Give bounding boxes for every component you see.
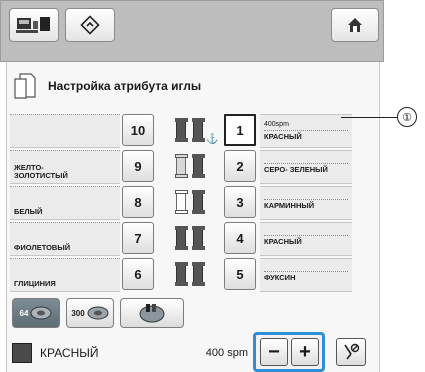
spool-icon xyxy=(175,226,188,250)
needle-5-label: ФУКСИН xyxy=(260,258,352,292)
spool-icon xyxy=(175,118,188,142)
needle-2-button[interactable]: 2 xyxy=(224,150,256,182)
needle-2-label: СЕРО- ЗЕЛЕНЫЙ xyxy=(260,150,352,184)
needle-9-label: ЖЕЛТО- ЗОЛОТИСТЫЙ xyxy=(10,150,120,184)
needle-8-color: БЕЛЫЙ xyxy=(14,207,43,217)
current-speed: 400 spm xyxy=(205,347,248,359)
needle-4-button[interactable]: 4 xyxy=(224,222,256,254)
palette-button[interactable] xyxy=(120,298,184,328)
plus-button[interactable]: + xyxy=(291,338,319,366)
spool-64-label: 64 xyxy=(19,308,29,318)
spool-icon xyxy=(30,306,52,320)
needle-9-button[interactable]: 9 xyxy=(122,150,154,182)
needle-7-number: 7 xyxy=(134,230,142,246)
spool-icon xyxy=(175,190,188,214)
needle-6-number: 6 xyxy=(134,266,142,282)
needle-8-number: 8 xyxy=(134,194,142,210)
needle-6-label: ГЛИЦИНИЯ xyxy=(10,258,120,292)
needle-10-label xyxy=(10,114,120,148)
minus-icon: − xyxy=(268,341,280,363)
machine-button[interactable] xyxy=(9,8,59,42)
needle-7-color: ФИОЛЕТОВЫЙ xyxy=(14,243,71,253)
spool-icon xyxy=(175,262,188,286)
spool-icon xyxy=(192,190,205,214)
diamond-button[interactable] xyxy=(65,8,115,42)
thread-cut-icon xyxy=(344,343,360,360)
spool-icon xyxy=(192,226,205,250)
needle-9-number: 9 xyxy=(134,158,142,174)
needle-10-number: 10 xyxy=(130,122,146,138)
needle-5-number: 5 xyxy=(236,266,244,282)
palette-icon xyxy=(139,304,165,323)
needle-2-color: СЕРО- ЗЕЛЕНЫЙ xyxy=(264,164,328,174)
screen: Настройка атрибута иглы 10 ⚓ 1 400spm КР… xyxy=(0,0,392,372)
callout-marker: ① xyxy=(397,107,417,127)
needle-8-label: БЕЛЫЙ xyxy=(10,186,120,220)
color-swatch xyxy=(12,343,32,363)
page-title: Настройка атрибута иглы xyxy=(48,79,202,93)
needle-3-color: КАРМИННЫЙ xyxy=(264,200,315,210)
home-icon xyxy=(348,18,362,32)
needle-5-color: ФУКСИН xyxy=(264,272,296,282)
needle-1-color: КРАСНЫЙ xyxy=(264,132,302,142)
needle-4-color: КРАСНЫЙ xyxy=(264,236,302,246)
needle-10-button[interactable]: 10 xyxy=(122,114,154,146)
needle-4-number: 4 xyxy=(236,230,244,246)
spool-icon xyxy=(87,306,109,320)
needle-3-number: 3 xyxy=(236,194,244,210)
needle-1-speed: 400spm xyxy=(264,121,348,132)
spool-icon xyxy=(175,154,188,178)
needle-7-label: ФИОЛЕТОВЫЙ xyxy=(10,222,120,256)
machine-icon xyxy=(16,17,50,33)
spool-300-button[interactable]: 300 xyxy=(66,298,114,328)
home-button[interactable] xyxy=(331,8,379,42)
top-toolbar xyxy=(0,0,384,62)
plus-icon: + xyxy=(299,341,311,363)
needle-1-number: 1 xyxy=(236,122,244,138)
spool-icon xyxy=(192,262,205,286)
callout-line xyxy=(341,117,397,118)
needle-5-button[interactable]: 5 xyxy=(224,258,256,290)
needle-6-button[interactable]: 6 xyxy=(122,258,154,290)
needle-9-color: ЖЕЛТО- ЗОЛОТИСТЫЙ xyxy=(14,163,68,181)
document-icon xyxy=(14,73,36,99)
needle-4-label: КРАСНЫЙ xyxy=(260,222,352,256)
spool-300-label: 300 xyxy=(71,308,85,318)
spool-64-button[interactable]: 64 xyxy=(12,298,60,328)
title-row: Настройка атрибута иглы xyxy=(14,68,201,104)
needle-1-button[interactable]: 1 xyxy=(224,114,256,146)
spool-icon xyxy=(192,118,205,142)
needle-7-button[interactable]: 7 xyxy=(122,222,154,254)
diamond-arrow-icon xyxy=(80,15,100,35)
needle-2-number: 2 xyxy=(236,158,244,174)
spool-icon xyxy=(192,154,205,178)
needle-6-color: ГЛИЦИНИЯ xyxy=(14,279,56,289)
needle-8-button[interactable]: 8 xyxy=(122,186,154,218)
needle-1-label: 400spm КРАСНЫЙ xyxy=(260,114,352,148)
current-color-name: КРАСНЫЙ xyxy=(40,346,99,360)
thread-cut-button[interactable] xyxy=(336,338,366,366)
status-bar: КРАСНЫЙ 400 spm xyxy=(8,338,248,368)
minus-button[interactable]: − xyxy=(260,338,288,366)
anchor-icon: ⚓ xyxy=(206,134,219,145)
needle-3-label: КАРМИННЫЙ xyxy=(260,186,352,220)
needle-3-button[interactable]: 3 xyxy=(224,186,256,218)
